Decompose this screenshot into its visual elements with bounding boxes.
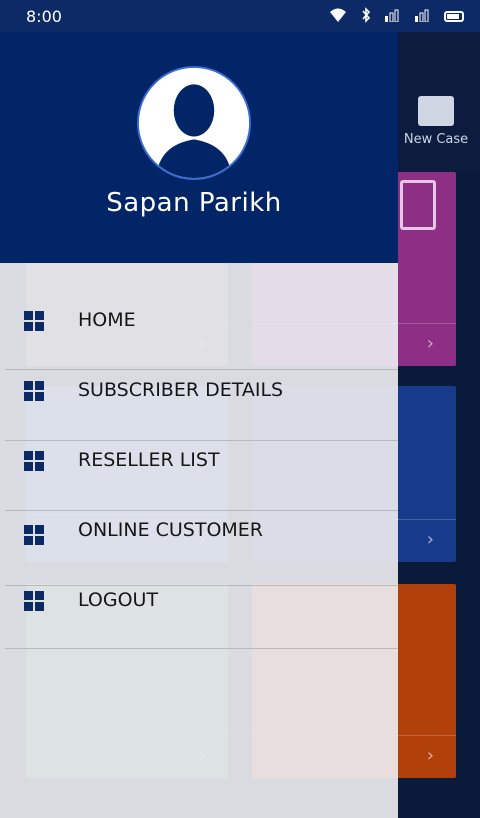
grid-icon: [24, 311, 44, 331]
divider: [5, 510, 398, 511]
divider: [5, 440, 398, 441]
grid-icon: [24, 451, 44, 471]
drawer-header: Sapan Parikh: [0, 32, 398, 263]
signal-1-icon: [384, 8, 402, 25]
battery-icon: [444, 10, 464, 22]
status-icons: [328, 6, 464, 26]
grid-icon: [24, 591, 44, 611]
wifi-icon: [328, 7, 348, 26]
new-case-button[interactable]: New Case: [396, 96, 476, 147]
menu-item-label: LOGOUT: [78, 589, 159, 611]
drawer-menu: HOME SUBSCRIBER DETAILS RESELLER LIST ON…: [0, 263, 398, 818]
divider: [5, 369, 398, 370]
divider: [5, 648, 398, 649]
avatar[interactable]: [137, 66, 251, 180]
menu-item-label: SUBSCRIBER DETAILS: [78, 379, 284, 401]
folder-icon: [418, 96, 454, 126]
clipboard-icon: [400, 180, 436, 230]
bluetooth-icon: [360, 6, 372, 26]
new-case-label: New Case: [403, 132, 469, 147]
signal-2-icon: [414, 8, 432, 25]
divider: [5, 585, 398, 586]
menu-item-label: HOME: [78, 309, 136, 331]
menu-item-label: ONLINE CUSTOMER: [78, 519, 264, 541]
status-bar: 8:00: [0, 0, 480, 32]
grid-icon: [24, 381, 44, 401]
user-name: Sapan Parikh: [106, 188, 282, 218]
status-time: 8:00: [26, 6, 62, 26]
menu-item-label: RESELLER LIST: [78, 449, 220, 471]
grid-icon: [24, 525, 44, 545]
navigation-drawer: Sapan Parikh HOME SUBSCRIBER DETAILS RES…: [0, 32, 398, 818]
